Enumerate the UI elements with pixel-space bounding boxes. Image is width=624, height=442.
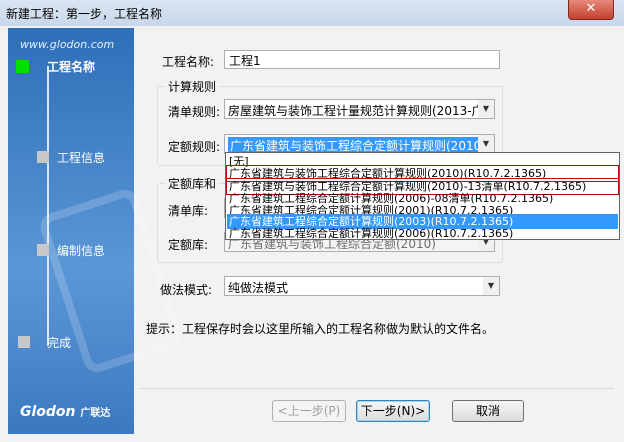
next-button[interactable]: 下一步(N)> xyxy=(356,400,430,422)
library-group-title: 定额库和 xyxy=(166,175,219,192)
step-1-marker xyxy=(16,60,29,73)
step-label-project-name: 工程名称 xyxy=(47,60,96,74)
title-bar: 新建工程：第一步，工程名称 ✕ xyxy=(0,0,624,26)
bill-lib-label: 清单库: xyxy=(168,204,209,218)
prev-button[interactable]: <上一步(P) xyxy=(272,400,346,422)
chevron-down-icon[interactable]: ▼ xyxy=(478,100,494,118)
cancel-button[interactable]: 取消 xyxy=(452,400,524,422)
bill-rule-value: 房屋建筑与装饰工程计量规范计算规则(2013-广 xyxy=(228,104,484,118)
method-select[interactable]: 纯做法模式 ▼ xyxy=(224,276,500,296)
bill-rule-label: 清单规则: xyxy=(168,105,221,119)
steps-connector xyxy=(47,66,49,346)
logo-text: Glodon xyxy=(20,404,76,420)
glodon-logo: Glodon 广联达 xyxy=(20,404,110,420)
project-name-input[interactable]: 工程1 xyxy=(224,50,500,69)
quota-rule-select[interactable]: 广东省建筑与装饰工程综合定额计算规则(2010 ▼ xyxy=(224,134,495,154)
wizard-sidebar: www.glodon.com 工程名称 工程信息 编制信息 完成 Glodon … xyxy=(8,28,186,434)
step-4-marker xyxy=(18,336,30,348)
quota-lib-label: 定额库: xyxy=(168,238,209,252)
close-button[interactable]: ✕ xyxy=(568,0,614,20)
window-title: 新建工程：第一步，工程名称 xyxy=(6,7,163,21)
quota-rule-dropdown-list: [无] 广东省建筑与装饰工程综合定额计算规则(2010)(R10.7.2.136… xyxy=(225,152,620,240)
logo-sub: 广联达 xyxy=(80,408,111,419)
method-value: 纯做法模式 xyxy=(228,281,289,295)
button-separator xyxy=(140,388,614,389)
hint-text: 提示：工程保存时会以这里所输入的工程名称做为默认的文件名。 xyxy=(146,322,495,336)
step-label-project-info: 工程信息 xyxy=(57,151,106,165)
project-name-label: 工程名称: xyxy=(162,55,215,69)
method-label: 做法模式: xyxy=(160,283,213,297)
chevron-down-icon[interactable]: ▼ xyxy=(478,135,494,153)
step-label-compile-info: 编制信息 xyxy=(57,244,106,258)
step-3-marker xyxy=(37,244,49,256)
dropdown-option[interactable]: 广东省建筑工程综合定额计算规则(2006)(R10.7.2.1365) xyxy=(227,226,618,241)
step-label-finish: 完成 xyxy=(47,336,72,350)
bill-rule-select[interactable]: 房屋建筑与装饰工程计量规范计算规则(2013-广 ▼ xyxy=(224,99,495,119)
calc-rules-group-title: 计算规则 xyxy=(166,78,219,95)
brand-url: www.glodon.com xyxy=(20,38,115,51)
quota-rule-label: 定额规则: xyxy=(168,140,221,154)
step-2-marker xyxy=(37,151,49,163)
chevron-down-icon[interactable]: ▼ xyxy=(483,277,499,295)
new-project-dialog: 新建工程：第一步，工程名称 ✕ www.glodon.com 工程名称 工程信息… xyxy=(0,0,624,442)
